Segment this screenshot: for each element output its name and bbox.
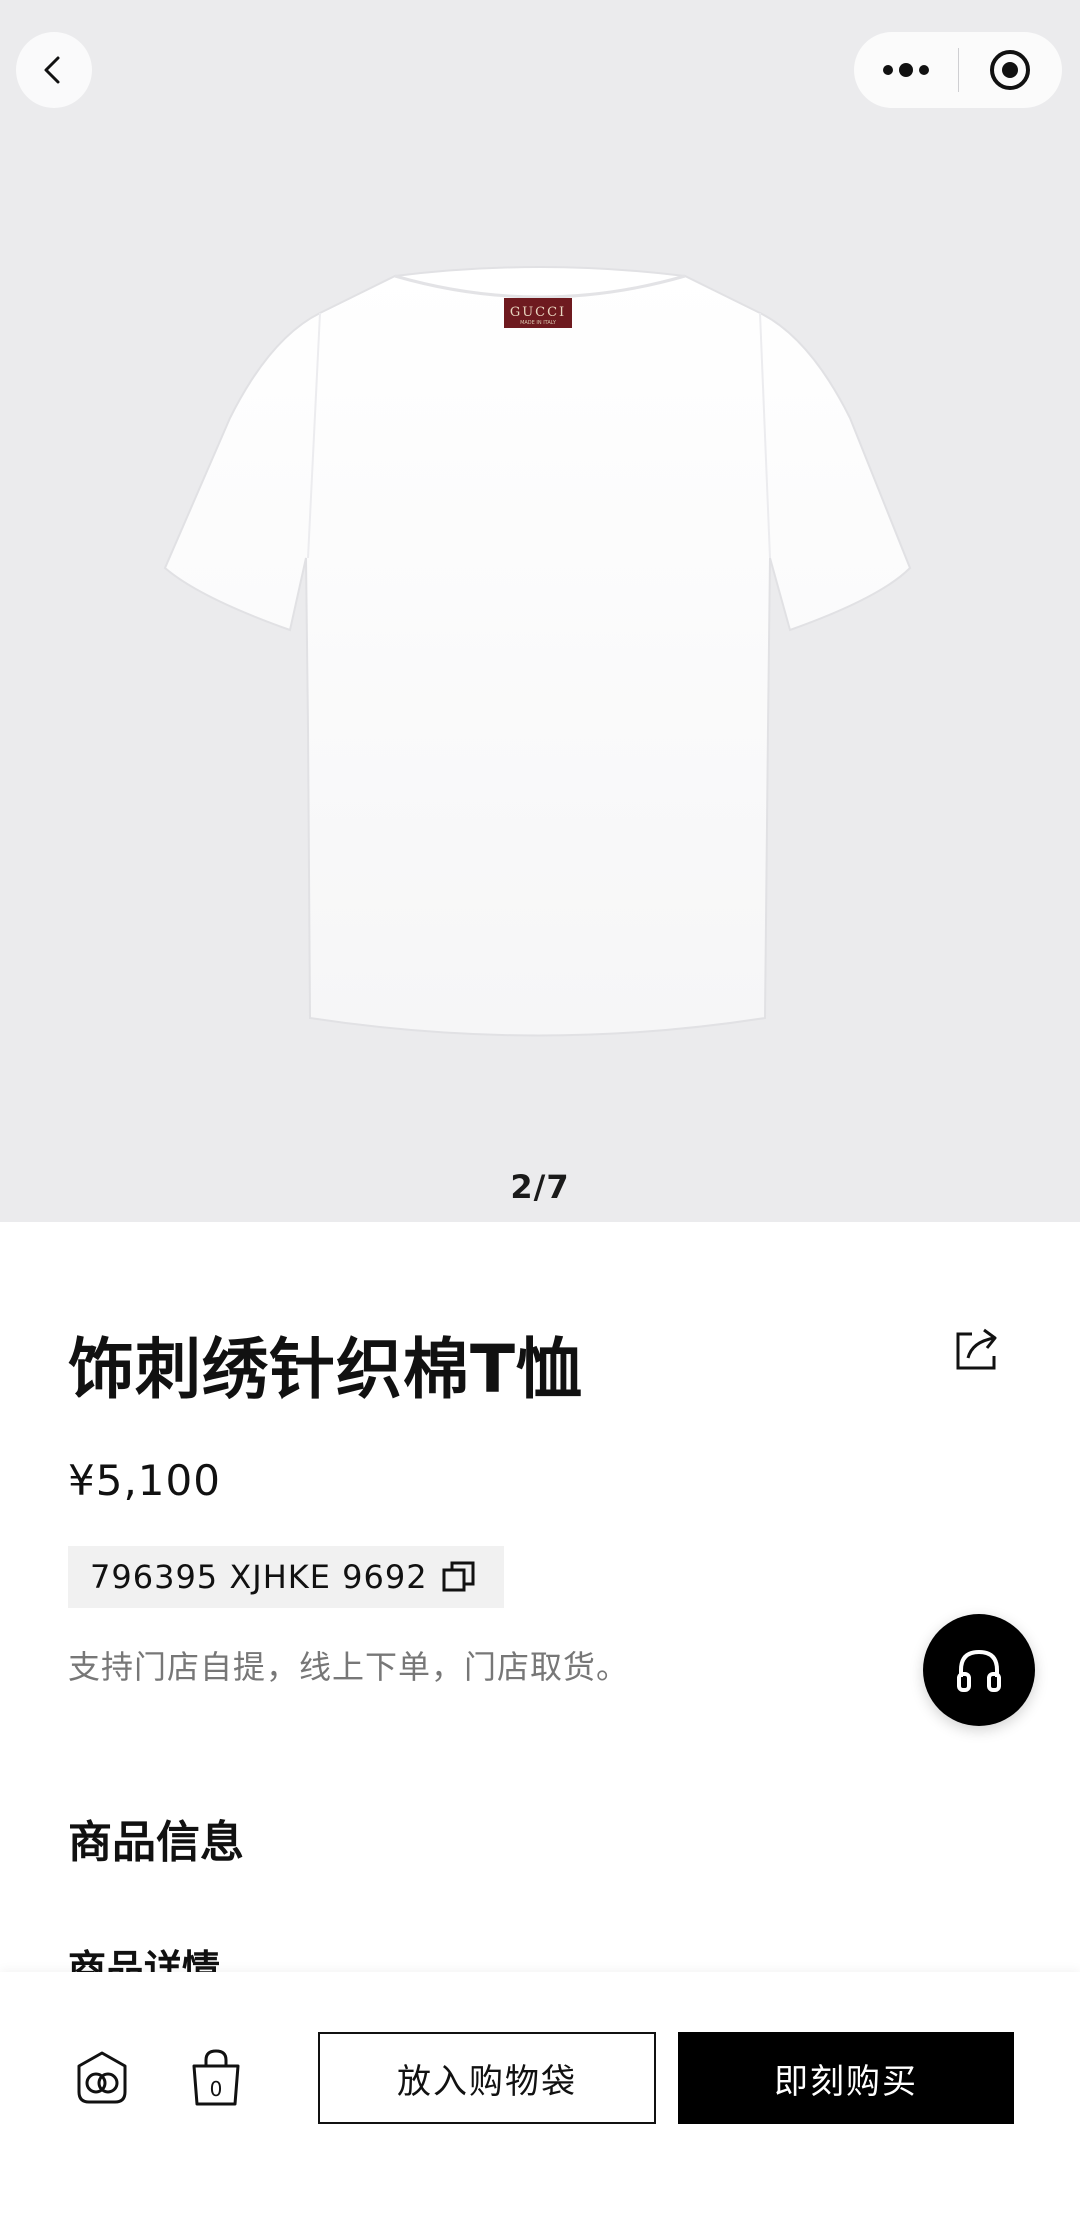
brand-label-text: GUCCI xyxy=(510,305,566,320)
sku-text: 796395 XJHKE 9692 xyxy=(90,1558,428,1596)
add-to-bag-button[interactable]: 放入购物袋 xyxy=(318,2032,656,2124)
product-price: ¥5,100 xyxy=(68,1456,221,1505)
more-dots-icon xyxy=(882,63,929,77)
customer-service-button[interactable] xyxy=(923,1614,1035,1726)
image-counter: 2/7 xyxy=(510,1168,570,1206)
pickup-note: 支持门店自提，线上下单，门店取货。 xyxy=(68,1648,630,1686)
more-button[interactable] xyxy=(854,32,958,108)
target-icon xyxy=(990,50,1031,90)
close-miniprogram-button[interactable] xyxy=(959,32,1063,108)
product-info-heading: 商品信息 xyxy=(68,1817,244,1868)
bottom-action-bar: 0 放入购物袋 即刻购买 xyxy=(0,1972,1080,2225)
product-image-tshirt: GUCCI MADE IN ITALY xyxy=(163,266,912,1037)
share-button[interactable] xyxy=(954,1326,1000,1372)
back-button[interactable] xyxy=(16,32,92,108)
shopping-bag-button[interactable]: 0 xyxy=(186,2046,246,2110)
mini-program-capsule xyxy=(854,32,1062,108)
sku-copy-chip[interactable]: 796395 XJHKE 9692 xyxy=(68,1546,504,1608)
cart-count: 0 xyxy=(210,2077,223,2101)
brand-home-button[interactable] xyxy=(72,2046,132,2110)
buy-now-button[interactable]: 即刻购买 xyxy=(678,2032,1014,2124)
shopping-bag-icon: 0 xyxy=(192,2049,240,2106)
chevron-left-icon xyxy=(44,56,60,84)
product-title: 饰刺绣针织棉T恤 xyxy=(68,1331,584,1408)
product-image-gallery[interactable]: GUCCI MADE IN ITALY 2/7 xyxy=(0,0,1080,1222)
copy-icon xyxy=(442,1561,475,1592)
gg-logo-icon xyxy=(77,2051,127,2104)
headphones-icon xyxy=(957,1649,1001,1692)
brand-label-origin: MADE IN ITALY xyxy=(520,320,557,326)
share-icon xyxy=(956,1328,997,1370)
